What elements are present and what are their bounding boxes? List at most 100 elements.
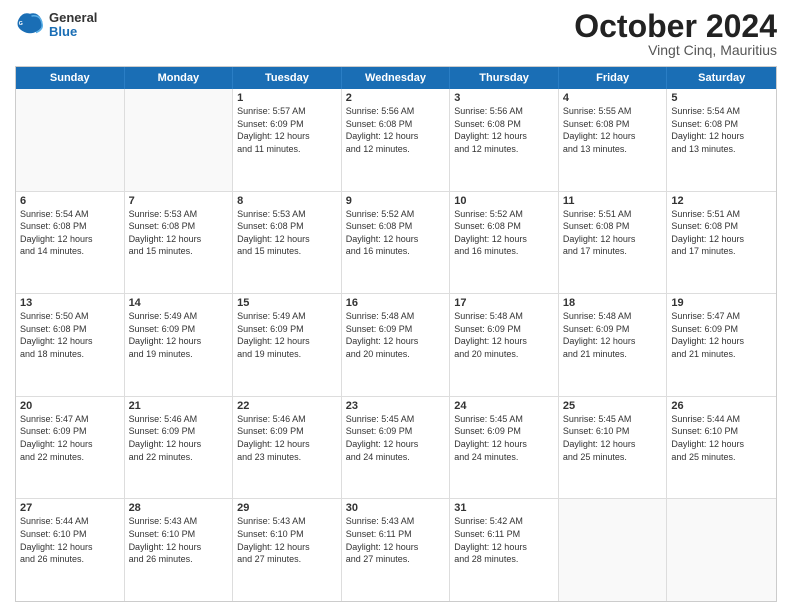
cell-info-13: Sunrise: 5:50 AMSunset: 6:08 PMDaylight:… xyxy=(20,310,120,360)
day-number-26: 26 xyxy=(671,400,772,412)
cell-info-3: Sunrise: 5:56 AMSunset: 6:08 PMDaylight:… xyxy=(454,105,554,155)
logo: G General Blue xyxy=(15,10,97,40)
cell-info-26: Sunrise: 5:44 AMSunset: 6:10 PMDaylight:… xyxy=(671,413,772,463)
cell-info-14: Sunrise: 5:49 AMSunset: 6:09 PMDaylight:… xyxy=(129,310,229,360)
calendar: SundayMondayTuesdayWednesdayThursdayFrid… xyxy=(15,66,777,602)
cal-row-1: 6Sunrise: 5:54 AMSunset: 6:08 PMDaylight… xyxy=(16,192,776,295)
cell-info-15: Sunrise: 5:49 AMSunset: 6:09 PMDaylight:… xyxy=(237,310,337,360)
cal-cell-21: 21Sunrise: 5:46 AMSunset: 6:09 PMDayligh… xyxy=(125,397,234,499)
cell-info-4: Sunrise: 5:55 AMSunset: 6:08 PMDaylight:… xyxy=(563,105,663,155)
cal-cell-empty-4-6 xyxy=(667,499,776,601)
day-number-17: 17 xyxy=(454,297,554,309)
cal-row-2: 13Sunrise: 5:50 AMSunset: 6:08 PMDayligh… xyxy=(16,294,776,397)
cal-cell-6: 6Sunrise: 5:54 AMSunset: 6:08 PMDaylight… xyxy=(16,192,125,294)
cell-info-5: Sunrise: 5:54 AMSunset: 6:08 PMDaylight:… xyxy=(671,105,772,155)
cal-cell-22: 22Sunrise: 5:46 AMSunset: 6:09 PMDayligh… xyxy=(233,397,342,499)
day-number-10: 10 xyxy=(454,195,554,207)
day-number-14: 14 xyxy=(129,297,229,309)
logo-text: General Blue xyxy=(49,11,97,40)
cal-cell-25: 25Sunrise: 5:45 AMSunset: 6:10 PMDayligh… xyxy=(559,397,668,499)
cal-cell-19: 19Sunrise: 5:47 AMSunset: 6:09 PMDayligh… xyxy=(667,294,776,396)
cal-cell-7: 7Sunrise: 5:53 AMSunset: 6:08 PMDaylight… xyxy=(125,192,234,294)
cell-info-11: Sunrise: 5:51 AMSunset: 6:08 PMDaylight:… xyxy=(563,208,663,258)
calendar-body: 1Sunrise: 5:57 AMSunset: 6:09 PMDaylight… xyxy=(16,89,776,601)
cal-cell-14: 14Sunrise: 5:49 AMSunset: 6:09 PMDayligh… xyxy=(125,294,234,396)
day-number-28: 28 xyxy=(129,502,229,514)
day-number-30: 30 xyxy=(346,502,446,514)
cal-cell-8: 8Sunrise: 5:53 AMSunset: 6:08 PMDaylight… xyxy=(233,192,342,294)
day-number-27: 27 xyxy=(20,502,120,514)
cell-info-30: Sunrise: 5:43 AMSunset: 6:11 PMDaylight:… xyxy=(346,515,446,565)
cal-cell-31: 31Sunrise: 5:42 AMSunset: 6:11 PMDayligh… xyxy=(450,499,559,601)
cell-info-18: Sunrise: 5:48 AMSunset: 6:09 PMDaylight:… xyxy=(563,310,663,360)
cal-cell-29: 29Sunrise: 5:43 AMSunset: 6:10 PMDayligh… xyxy=(233,499,342,601)
cal-cell-16: 16Sunrise: 5:48 AMSunset: 6:09 PMDayligh… xyxy=(342,294,451,396)
weekday-thursday: Thursday xyxy=(450,67,559,89)
cell-info-23: Sunrise: 5:45 AMSunset: 6:09 PMDaylight:… xyxy=(346,413,446,463)
day-number-11: 11 xyxy=(563,195,663,207)
day-number-20: 20 xyxy=(20,400,120,412)
day-number-3: 3 xyxy=(454,92,554,104)
cal-cell-5: 5Sunrise: 5:54 AMSunset: 6:08 PMDaylight… xyxy=(667,89,776,191)
cell-info-17: Sunrise: 5:48 AMSunset: 6:09 PMDaylight:… xyxy=(454,310,554,360)
cell-info-1: Sunrise: 5:57 AMSunset: 6:09 PMDaylight:… xyxy=(237,105,337,155)
cell-info-19: Sunrise: 5:47 AMSunset: 6:09 PMDaylight:… xyxy=(671,310,772,360)
cal-cell-3: 3Sunrise: 5:56 AMSunset: 6:08 PMDaylight… xyxy=(450,89,559,191)
cell-info-28: Sunrise: 5:43 AMSunset: 6:10 PMDaylight:… xyxy=(129,515,229,565)
day-number-6: 6 xyxy=(20,195,120,207)
cal-cell-24: 24Sunrise: 5:45 AMSunset: 6:09 PMDayligh… xyxy=(450,397,559,499)
cal-cell-10: 10Sunrise: 5:52 AMSunset: 6:08 PMDayligh… xyxy=(450,192,559,294)
cell-info-31: Sunrise: 5:42 AMSunset: 6:11 PMDaylight:… xyxy=(454,515,554,565)
month-title: October 2024 xyxy=(574,10,777,42)
cell-info-20: Sunrise: 5:47 AMSunset: 6:09 PMDaylight:… xyxy=(20,413,120,463)
cal-cell-1: 1Sunrise: 5:57 AMSunset: 6:09 PMDaylight… xyxy=(233,89,342,191)
cal-row-4: 27Sunrise: 5:44 AMSunset: 6:10 PMDayligh… xyxy=(16,499,776,601)
day-number-21: 21 xyxy=(129,400,229,412)
location: Vingt Cinq, Mauritius xyxy=(574,42,777,58)
day-number-24: 24 xyxy=(454,400,554,412)
calendar-header: SundayMondayTuesdayWednesdayThursdayFrid… xyxy=(16,67,776,89)
cal-cell-15: 15Sunrise: 5:49 AMSunset: 6:09 PMDayligh… xyxy=(233,294,342,396)
cal-cell-20: 20Sunrise: 5:47 AMSunset: 6:09 PMDayligh… xyxy=(16,397,125,499)
cell-info-29: Sunrise: 5:43 AMSunset: 6:10 PMDaylight:… xyxy=(237,515,337,565)
day-number-9: 9 xyxy=(346,195,446,207)
cal-cell-9: 9Sunrise: 5:52 AMSunset: 6:08 PMDaylight… xyxy=(342,192,451,294)
cal-cell-13: 13Sunrise: 5:50 AMSunset: 6:08 PMDayligh… xyxy=(16,294,125,396)
weekday-tuesday: Tuesday xyxy=(233,67,342,89)
cal-cell-17: 17Sunrise: 5:48 AMSunset: 6:09 PMDayligh… xyxy=(450,294,559,396)
day-number-25: 25 xyxy=(563,400,663,412)
cal-cell-27: 27Sunrise: 5:44 AMSunset: 6:10 PMDayligh… xyxy=(16,499,125,601)
cal-cell-11: 11Sunrise: 5:51 AMSunset: 6:08 PMDayligh… xyxy=(559,192,668,294)
cal-cell-18: 18Sunrise: 5:48 AMSunset: 6:09 PMDayligh… xyxy=(559,294,668,396)
weekday-sunday: Sunday xyxy=(16,67,125,89)
cell-info-16: Sunrise: 5:48 AMSunset: 6:09 PMDaylight:… xyxy=(346,310,446,360)
day-number-7: 7 xyxy=(129,195,229,207)
svg-text:G: G xyxy=(19,21,23,27)
cell-info-27: Sunrise: 5:44 AMSunset: 6:10 PMDaylight:… xyxy=(20,515,120,565)
logo-icon: G xyxy=(15,10,45,40)
cal-cell-23: 23Sunrise: 5:45 AMSunset: 6:09 PMDayligh… xyxy=(342,397,451,499)
title-block: October 2024 Vingt Cinq, Mauritius xyxy=(574,10,777,58)
logo-blue: Blue xyxy=(49,25,97,39)
cal-cell-26: 26Sunrise: 5:44 AMSunset: 6:10 PMDayligh… xyxy=(667,397,776,499)
cell-info-12: Sunrise: 5:51 AMSunset: 6:08 PMDaylight:… xyxy=(671,208,772,258)
day-number-12: 12 xyxy=(671,195,772,207)
day-number-8: 8 xyxy=(237,195,337,207)
cal-row-3: 20Sunrise: 5:47 AMSunset: 6:09 PMDayligh… xyxy=(16,397,776,500)
cal-cell-4: 4Sunrise: 5:55 AMSunset: 6:08 PMDaylight… xyxy=(559,89,668,191)
weekday-saturday: Saturday xyxy=(667,67,776,89)
weekday-friday: Friday xyxy=(559,67,668,89)
cal-cell-empty-0-1 xyxy=(125,89,234,191)
day-number-13: 13 xyxy=(20,297,120,309)
cal-cell-empty-4-5 xyxy=(559,499,668,601)
day-number-4: 4 xyxy=(563,92,663,104)
day-number-5: 5 xyxy=(671,92,772,104)
day-number-31: 31 xyxy=(454,502,554,514)
cell-info-6: Sunrise: 5:54 AMSunset: 6:08 PMDaylight:… xyxy=(20,208,120,258)
cal-cell-empty-0-0 xyxy=(16,89,125,191)
logo-general: General xyxy=(49,11,97,25)
day-number-29: 29 xyxy=(237,502,337,514)
day-number-1: 1 xyxy=(237,92,337,104)
day-number-16: 16 xyxy=(346,297,446,309)
cell-info-7: Sunrise: 5:53 AMSunset: 6:08 PMDaylight:… xyxy=(129,208,229,258)
